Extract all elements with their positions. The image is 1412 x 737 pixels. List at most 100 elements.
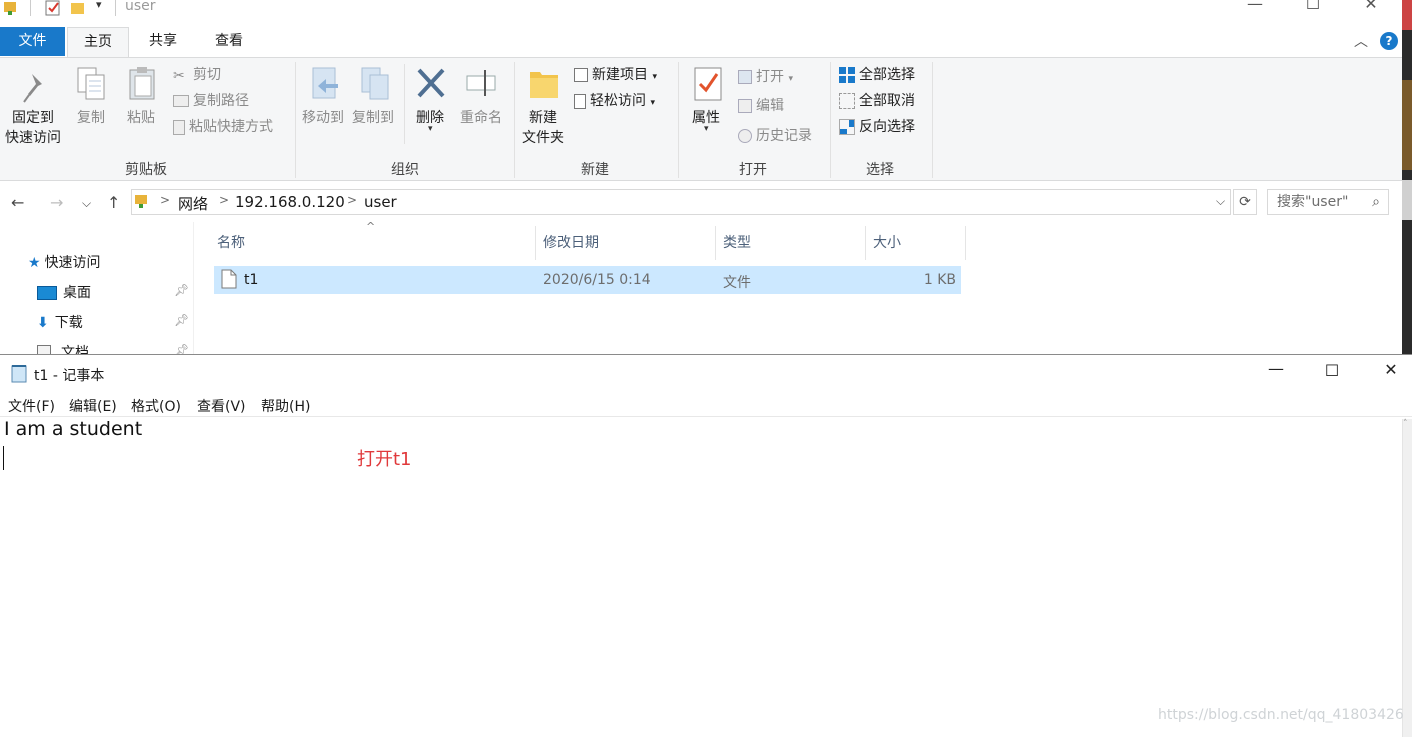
desktop-icon [37,286,57,300]
nav-item-documents[interactable]: 文档 [37,342,89,354]
new-item-label: 新建项目 [592,67,648,83]
properties-dropdown-icon[interactable]: ▾ [704,124,709,134]
menu-file[interactable]: 文件(F) [8,396,55,416]
properties-check-icon[interactable] [44,0,62,16]
minimize-button[interactable]: — [1232,0,1278,16]
refresh-button[interactable]: ⟳ [1233,189,1257,215]
copy-to-button[interactable]: 复制到 [352,109,394,127]
select-all-icon [839,67,855,83]
qa-divider [30,0,31,16]
column-divider[interactable] [715,226,716,260]
ribbon-separator [514,62,515,178]
pin-icon[interactable]: 📌︎ [174,313,189,327]
ribbon-separator [932,62,933,178]
back-button[interactable]: ← [11,193,24,212]
file-name[interactable]: t1 [244,272,258,288]
group-clipboard: 剪贴板 [125,162,167,178]
recent-locations-icon[interactable]: ⌵ [82,196,91,211]
cut-button[interactable]: ✂ 剪切 [173,66,221,84]
up-button[interactable]: ↑ [107,193,120,212]
column-divider[interactable] [865,226,866,260]
column-type[interactable]: 类型 [723,232,751,252]
collapse-ribbon-icon[interactable]: ︿ [1354,31,1368,51]
column-divider[interactable] [965,226,966,260]
new-folder-large-icon [530,72,558,98]
tab-share[interactable]: 共享 [145,27,181,56]
move-to-icon [312,67,338,99]
notepad-close-button[interactable]: ✕ [1377,360,1405,379]
column-modified[interactable]: 修改日期 [543,232,599,252]
breadcrumb-chevron-icon[interactable]: > [160,193,170,207]
address-dropdown-icon[interactable]: ⌵ [1216,194,1225,209]
paste-shortcut-button[interactable]: 粘贴快捷方式 [173,118,273,136]
menu-help[interactable]: 帮助(H) [261,396,310,416]
menu-format[interactable]: 格式(O) [131,396,181,416]
copy-path-label: 复制路径 [193,93,249,109]
edit-button[interactable]: 编辑 [738,97,784,115]
easy-access-button[interactable]: 轻松访问 ▾ [574,92,655,112]
select-none-button[interactable]: 全部取消 [839,92,915,110]
history-button[interactable]: 历史记录 [738,127,812,145]
open-button[interactable]: 打开 ▾ [738,68,793,88]
breadcrumb-chevron-icon[interactable]: > [219,193,229,207]
delete-dropdown-icon[interactable]: ▾ [428,124,433,134]
paste-button[interactable]: 粘贴 [127,109,155,127]
move-to-button[interactable]: 移动到 [302,109,344,127]
nav-quick-access[interactable]: ★ 快速访问 [28,252,101,272]
notepad-maximize-button[interactable]: ☐ [1318,361,1346,380]
breadcrumb-network[interactable]: 网络 [178,193,208,214]
tab-file[interactable]: 文件 [0,27,65,56]
rename-button[interactable]: 重命名 [460,109,502,127]
editor-text[interactable]: I am a student [4,418,142,440]
select-all-button[interactable]: 全部选择 [839,66,915,84]
breadcrumb-user[interactable]: user [364,193,397,211]
document-icon [37,345,51,354]
new-folder-label-2[interactable]: 文件夹 [522,129,564,147]
help-icon[interactable]: ? [1380,32,1398,50]
menu-divider [0,416,1412,417]
organize-divider [404,64,405,144]
invert-selection-label: 反向选择 [859,119,915,135]
pin-quick-access-label-2[interactable]: 快速访问 [5,129,61,147]
maximize-button[interactable]: ☐ [1290,0,1336,16]
tab-view[interactable]: 查看 [211,27,247,56]
tab-home[interactable]: 主页 [67,27,129,57]
invert-selection-button[interactable]: 反向选择 [839,118,915,136]
nav-item-downloads[interactable]: ⬇ 下载 [37,312,83,332]
invert-selection-icon [839,119,855,135]
select-all-label: 全部选择 [859,67,915,83]
search-input[interactable]: 搜索"user" ⌕ [1267,189,1389,215]
vertical-scrollbar[interactable] [1402,419,1412,737]
breadcrumb-host[interactable]: 192.168.0.120 [235,193,345,211]
nav-quick-access-label: 快速访问 [44,255,101,271]
pin-quick-access-label-1[interactable]: 固定到 [12,109,54,127]
nav-item-desktop[interactable]: 桌面 [37,282,91,302]
column-name[interactable]: 名称 [217,232,245,252]
copy-path-button[interactable]: 复制路径 [173,92,249,110]
select-none-label: 全部取消 [859,93,915,109]
open-dropdown-icon: ▾ [788,74,793,84]
new-folder-label-1[interactable]: 新建 [529,109,557,127]
copy-button[interactable]: 复制 [77,109,105,127]
menu-view[interactable]: 查看(V) [197,396,246,416]
column-size[interactable]: 大小 [873,232,901,252]
pin-icon[interactable]: 📌︎ [174,283,189,297]
qa-dropdown-icon[interactable]: ▾ [96,0,102,11]
new-item-button[interactable]: 新建项目 ▾ [574,66,657,86]
pin-icon[interactable]: 📌︎ [174,343,189,354]
open-label: 打开 [756,69,784,85]
close-button[interactable]: ✕ [1348,0,1394,16]
folder-network-icon [4,2,16,15]
new-folder-icon[interactable] [70,0,86,16]
notepad-minimize-button[interactable]: — [1262,359,1290,378]
star-icon: ★ [28,255,41,271]
paste-shortcut-icon [173,119,185,135]
menu-edit[interactable]: 编辑(E) [69,396,117,416]
cut-label: 剪切 [193,67,221,83]
column-divider[interactable] [535,226,536,260]
search-placeholder: 搜索"user" [1277,194,1349,210]
forward-button[interactable]: → [50,193,63,212]
file-explorer-window: ▾ user — ☐ ✕ 文件 主页 共享 查看 ︿ ? 固定到 快速访问 复制… [0,0,1402,354]
scroll-up-icon[interactable]: ˄ [1403,419,1408,429]
breadcrumb-chevron-icon[interactable]: > [347,193,357,207]
